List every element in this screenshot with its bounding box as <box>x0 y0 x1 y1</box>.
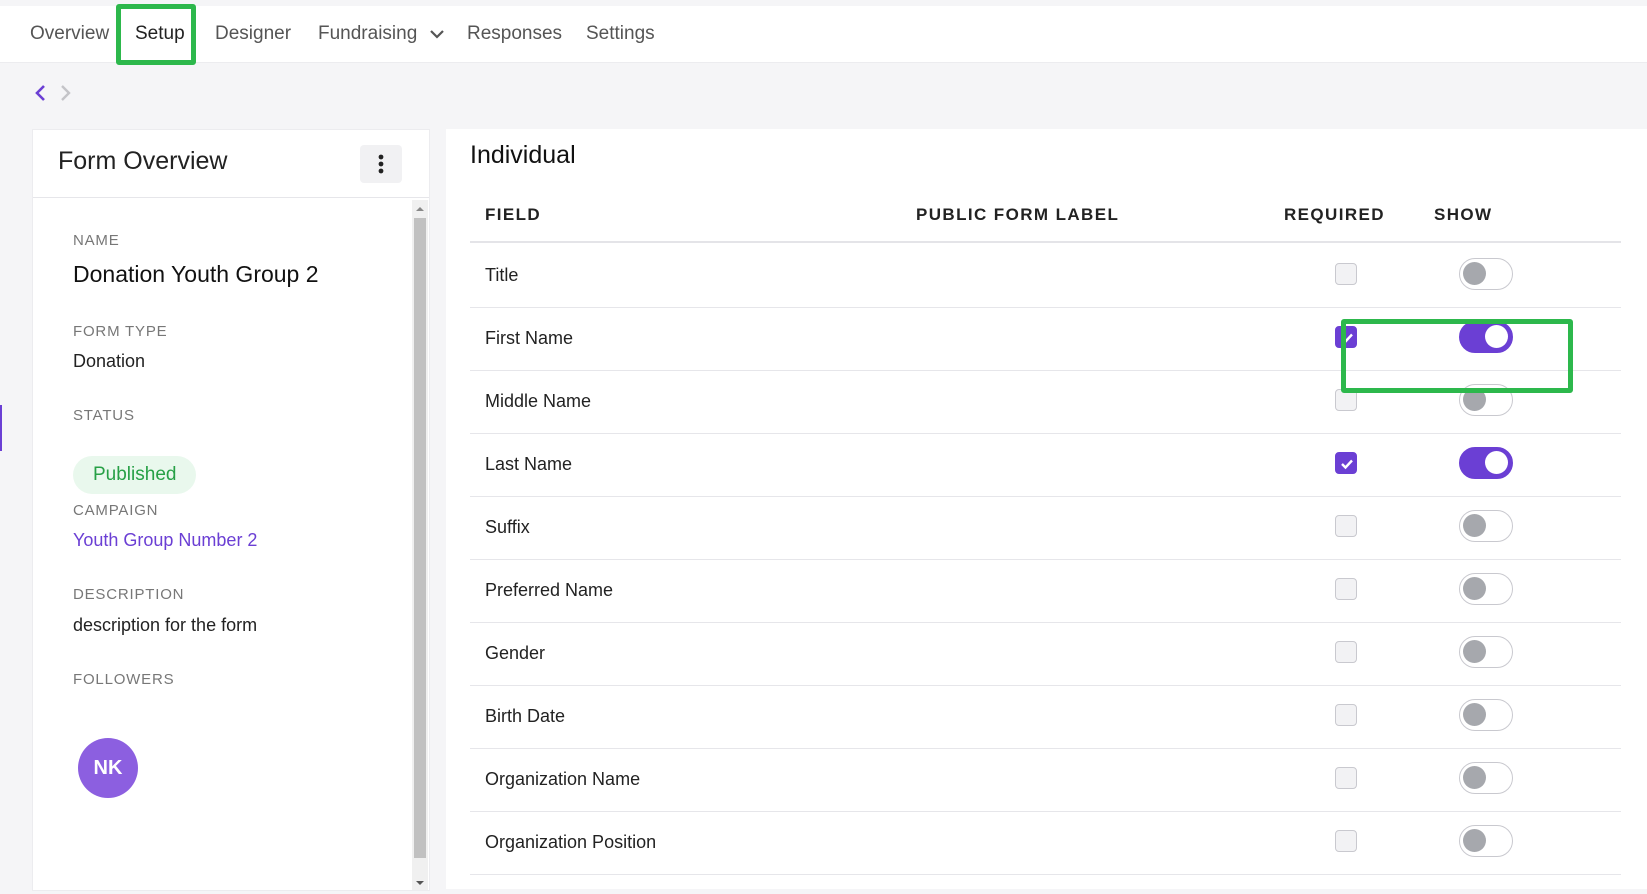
table-row: Last Name <box>470 433 1621 497</box>
field-label: Middle Name <box>485 391 592 411</box>
column-header-required: REQUIRED <box>1284 205 1385 224</box>
required-checkbox[interactable] <box>1335 263 1357 285</box>
show-toggle[interactable] <box>1459 321 1513 353</box>
tab-overview[interactable]: Overview <box>30 6 109 62</box>
tab-settings[interactable]: Settings <box>586 6 655 62</box>
field-label: First Name <box>485 328 574 348</box>
column-header-field: FIELD <box>485 205 542 224</box>
show-toggle[interactable] <box>1459 825 1513 857</box>
section-title: Individual <box>470 141 576 169</box>
required-checkbox[interactable] <box>1335 767 1357 789</box>
required-checkbox[interactable] <box>1335 515 1357 537</box>
top-nav: Overview Setup Designer Fundraising Resp… <box>0 6 1647 63</box>
table-row: Preferred Name <box>470 559 1621 623</box>
required-checkbox[interactable] <box>1335 389 1357 411</box>
show-toggle[interactable] <box>1459 699 1513 731</box>
tab-responses[interactable]: Responses <box>467 6 562 62</box>
toggle-knob <box>1463 262 1486 285</box>
status-badge: Published <box>73 456 197 494</box>
followers-label: FOLLOWERS <box>73 671 175 688</box>
required-checkbox[interactable] <box>1335 326 1357 348</box>
show-toggle[interactable] <box>1459 447 1513 479</box>
toggle-knob <box>1463 703 1486 726</box>
show-toggle[interactable] <box>1459 384 1513 416</box>
toggle-knob <box>1485 325 1508 348</box>
column-header-show: SHOW <box>1434 205 1493 224</box>
table-header-divider <box>470 241 1621 243</box>
table-row: Organization Position <box>470 811 1621 875</box>
toggle-knob <box>1463 514 1486 537</box>
required-checkbox[interactable] <box>1335 578 1357 600</box>
required-checkbox[interactable] <box>1335 704 1357 726</box>
scroll-down-icon[interactable] <box>414 876 426 888</box>
show-toggle[interactable] <box>1459 573 1513 605</box>
tab-fundraising[interactable]: Fundraising <box>318 6 445 62</box>
tab-setup-label: Setup <box>135 23 185 44</box>
tab-designer[interactable]: Designer <box>215 6 291 62</box>
form-overview-title: Form Overview <box>58 147 228 175</box>
field-label: Suffix <box>485 517 530 537</box>
more-options-button[interactable] <box>360 145 402 183</box>
chevron-down-icon <box>429 6 445 62</box>
back-arrow-icon[interactable] <box>31 82 51 104</box>
scrollbar-thumb[interactable] <box>414 218 426 858</box>
show-toggle[interactable] <box>1459 258 1513 290</box>
show-toggle[interactable] <box>1459 762 1513 794</box>
column-header-public-label: PUBLIC FORM LABEL <box>916 205 1120 224</box>
field-label: Gender <box>485 643 546 663</box>
tab-fundraising-label: Fundraising <box>318 23 418 45</box>
toggle-knob <box>1463 829 1486 852</box>
field-label: Title <box>485 265 519 285</box>
toggle-knob <box>1463 577 1486 600</box>
table-row: Organization Name <box>470 748 1621 812</box>
show-toggle[interactable] <box>1459 636 1513 668</box>
table-row: Middle Name <box>470 370 1621 434</box>
individual-fields-panel: Individual FIELD PUBLIC FORM LABEL REQUI… <box>446 129 1647 889</box>
kebab-menu-icon <box>378 154 384 174</box>
description-label: DESCRIPTION <box>73 586 185 603</box>
field-label: Birth Date <box>485 706 566 726</box>
toggle-knob <box>1463 388 1486 411</box>
show-toggle[interactable] <box>1459 510 1513 542</box>
left-edge-accent <box>0 405 2 451</box>
toggle-knob <box>1463 640 1486 663</box>
field-label: Preferred Name <box>485 580 614 600</box>
forward-arrow-icon[interactable] <box>55 82 75 104</box>
form-name: Donation Youth Group 2 <box>73 261 319 287</box>
name-label: NAME <box>73 232 120 249</box>
table-row: Title <box>470 244 1621 308</box>
table-row: Birth Date <box>470 685 1621 749</box>
required-checkbox[interactable] <box>1335 830 1357 852</box>
form-type-label: FORM TYPE <box>73 323 168 340</box>
scroll-up-icon[interactable] <box>414 202 426 214</box>
required-checkbox[interactable] <box>1335 452 1357 474</box>
toggle-knob <box>1463 766 1486 789</box>
campaign-label: CAMPAIGN <box>73 502 159 519</box>
avatar[interactable]: NK <box>78 738 138 798</box>
field-label: Organization Name <box>485 769 641 789</box>
form-type-value: Donation <box>73 351 146 371</box>
form-overview-panel: Form Overview NAME Donation Youth Group … <box>32 129 430 891</box>
campaign-link[interactable]: Youth Group Number 2 <box>73 530 257 551</box>
toggle-knob <box>1485 451 1508 474</box>
scrollbar[interactable] <box>412 200 428 890</box>
form-overview-header: Form Overview <box>33 130 429 198</box>
tab-setup[interactable]: Setup <box>135 6 185 62</box>
field-label: Organization Position <box>485 832 657 852</box>
status-label: STATUS <box>73 407 135 424</box>
required-checkbox[interactable] <box>1335 641 1357 663</box>
table-row: First Name <box>470 307 1621 371</box>
field-label: Last Name <box>485 454 573 474</box>
table-row: Suffix <box>470 496 1621 560</box>
table-row: Gender <box>470 622 1621 686</box>
description-value: description for the form <box>73 615 258 635</box>
